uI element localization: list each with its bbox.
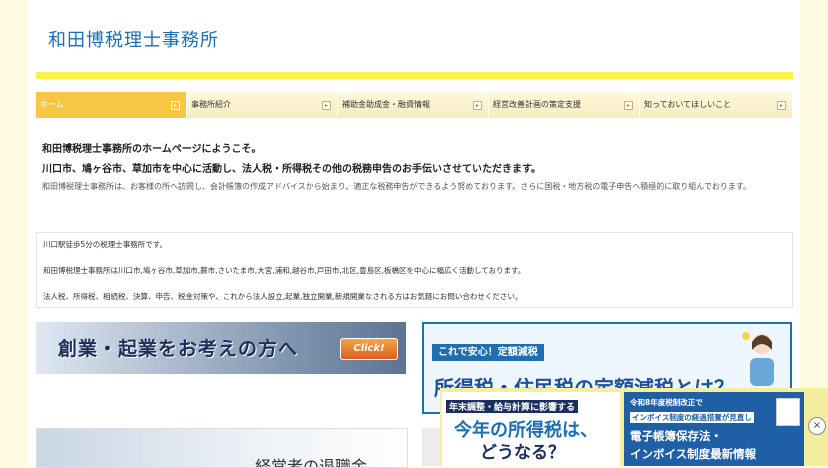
ad2-line1: 令和8年度税制改正で (630, 398, 703, 407)
e-book-invoice-ad[interactable]: 令和8年度税制改正で インボイス制度の経過措置が見直し 電子帳簿保存法・ インボ… (624, 392, 804, 466)
description-text: 和田博税理士事務所は、お客様の所へ訪問し、会計帳簿の作成アドバイスから始まり、適… (42, 182, 752, 191)
header-divider (36, 72, 793, 79)
triangle-right-icon: ▸ (473, 101, 482, 110)
person-illustration-icon (742, 332, 774, 386)
startup-banner-text: 創業・起業をお考えの方へ (58, 338, 299, 360)
startup-banner[interactable]: 創業・起業をお考えの方へ Click! (36, 322, 406, 374)
income-tax-ad[interactable]: 年末調整・給与計算に影響する 今年の所得税は、 どうなる？ (442, 392, 620, 466)
global-nav: ホーム ▸ 事務所紹介 ▸ 補助金助成金・融資情報 ▸ 経営改善計画の策定支援 … (36, 92, 793, 118)
nav-item-subsidy[interactable]: 補助金助成金・融資情報 ▸ (338, 92, 489, 118)
close-button[interactable]: × (808, 417, 826, 435)
welcome-heading: 和田博税理士事務所のホームページにようこそ。 (42, 144, 262, 155)
info-box: 川口駅徒歩5分の税理士事務所です。 和田博税理士事務所は川口市,鳩ヶ谷市,草加市… (36, 232, 793, 308)
nav-item-office[interactable]: 事務所紹介 ▸ (187, 92, 338, 118)
triangle-right-icon: ▸ (322, 101, 331, 110)
nav-item-label: 補助金助成金・融資情報 (342, 100, 430, 109)
info-line: 川口駅徒歩5分の税理士事務所です。 (43, 240, 168, 249)
retirement-banner[interactable]: 経営者の退職金 (36, 428, 408, 468)
tax-reduction-tag: これで安心！定額減税 (432, 344, 544, 361)
nav-item-label: 事務所紹介 (191, 100, 231, 109)
triangle-right-icon: ▸ (171, 101, 180, 110)
info-line: 法人税、所得税、相続税、決算、申告、税金対策や、これから法人設立,起業,独立開業… (43, 292, 523, 301)
nav-item-label: 経営改善計画の策定支援 (493, 100, 581, 109)
nav-item-home[interactable]: ホーム ▸ (36, 92, 187, 118)
ad2-headline2: インボイス制度最新情報 (630, 447, 757, 461)
ad-popup: 年末調整・給与計算に影響する 今年の所得税は、 どうなる？ 令和8年度税制改正で… (440, 388, 828, 466)
nav-item-label: 知っておいてほしいこと (644, 100, 732, 109)
site-title[interactable]: 和田博税理士事務所 (48, 26, 219, 52)
income-tax-ad-tag: 年末調整・給与計算に影響する (446, 400, 579, 413)
nav-item-label: ホーム (40, 100, 64, 109)
ad2-line2: インボイス制度の経過措置が見直し (630, 412, 754, 423)
nav-item-management-plan[interactable]: 経営改善計画の策定支援 ▸ (489, 92, 640, 118)
triangle-right-icon: ▸ (777, 101, 786, 110)
secondary-banner[interactable] (422, 428, 442, 466)
document-icon (776, 398, 800, 426)
income-tax-ad-headline-2: どうなる？ (480, 443, 565, 463)
ad2-headline1: 電子帳簿保存法・ (630, 429, 722, 443)
lead-text: 川口市、鳩ヶ谷市、草加市を中心に活動し、法人税・所得税その他の税務申告のお手伝い… (42, 164, 541, 175)
info-line: 和田博税理士事務所は川口市,鳩ヶ谷市,草加市,蕨市,さいたま市,大宮,浦和,越谷… (43, 266, 526, 275)
nav-item-notes[interactable]: 知っておいてほしいこと ▸ (640, 92, 793, 118)
click-button[interactable]: Click! (340, 338, 398, 360)
triangle-right-icon: ▸ (624, 101, 633, 110)
